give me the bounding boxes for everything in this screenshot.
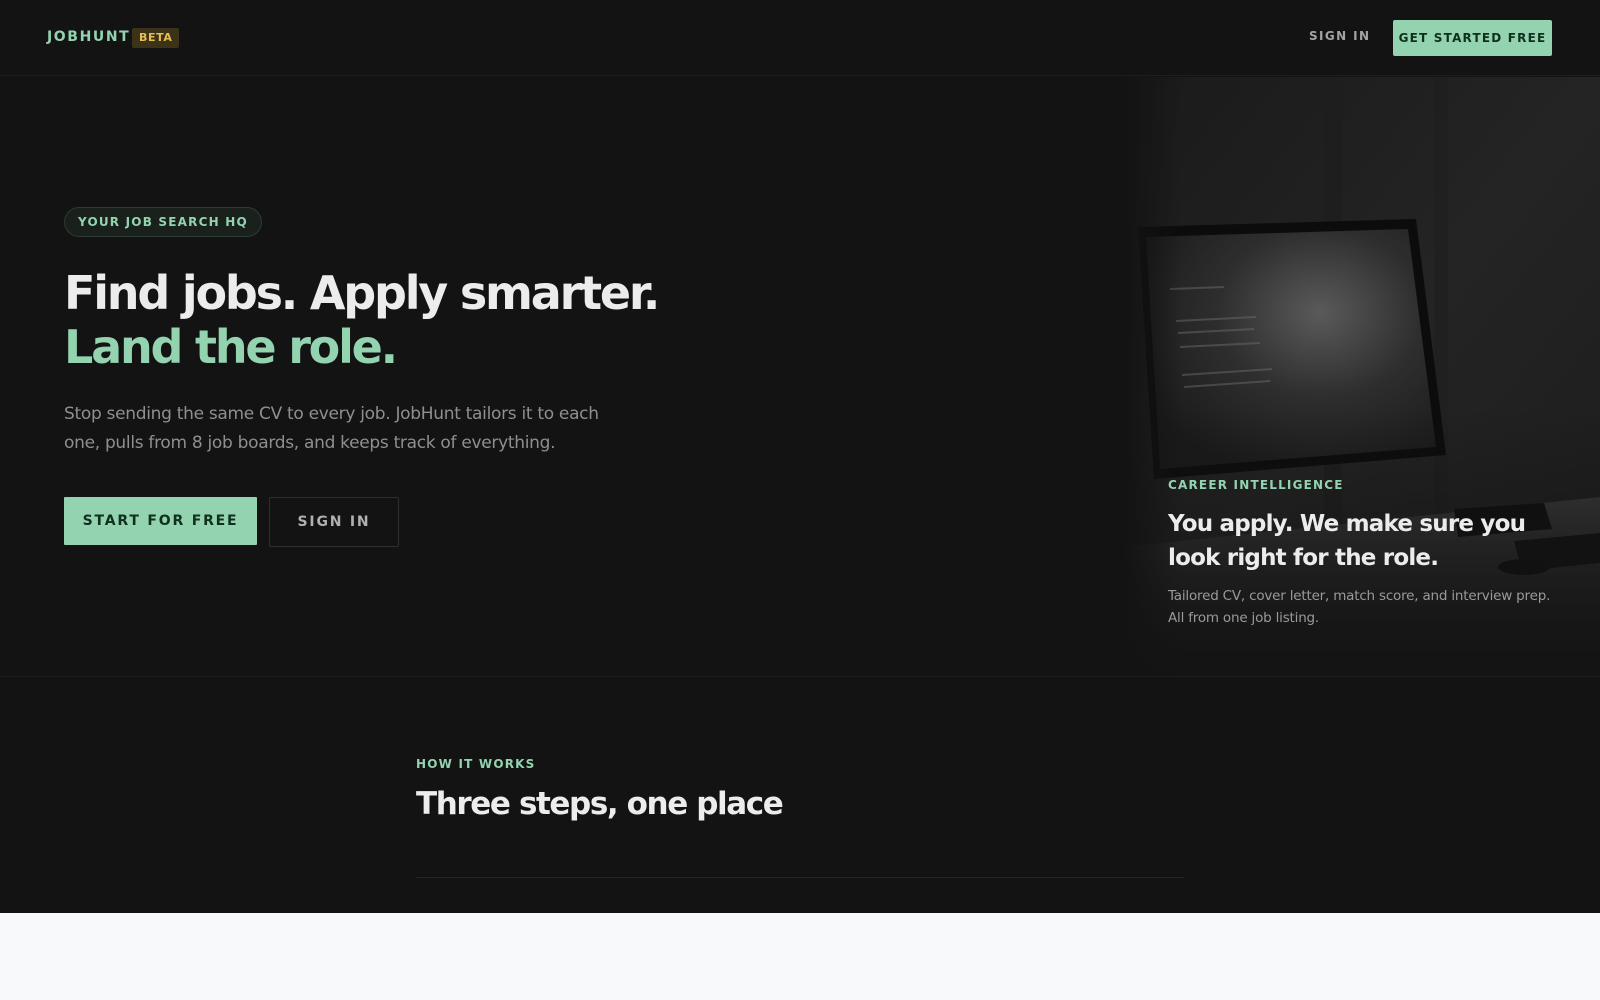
hero-eyebrow-badge: YOUR JOB SEARCH HQ [64, 207, 262, 237]
hero-title: Find jobs. Apply smarter. Land the role. [64, 266, 660, 374]
card-kicker: CAREER INTELLIGENCE [1168, 478, 1344, 492]
beta-badge: BETA [132, 28, 180, 48]
how-it-works-title: Three steps, one place [416, 786, 784, 822]
logo[interactable]: JOBHUNT [47, 29, 130, 45]
hero-sign-in-button[interactable]: SIGN IN [269, 497, 399, 547]
hero-title-line-1: Find jobs. Apply smarter. [64, 266, 660, 320]
section-divider [0, 676, 1600, 677]
get-started-button[interactable]: GET STARTED FREE [1393, 20, 1552, 56]
start-for-free-button[interactable]: START FOR FREE [64, 497, 257, 545]
how-it-works-kicker: HOW IT WORKS [416, 757, 536, 771]
nav-sign-in-link[interactable]: SIGN IN [1309, 29, 1371, 43]
top-nav: JOBHUNT BETA SIGN IN GET STARTED FREE [0, 0, 1600, 76]
hero-subtitle: Stop sending the same CV to every job. J… [64, 404, 599, 453]
how-it-works-divider [416, 877, 1184, 878]
card-title: You apply. We make sure you look right f… [1168, 511, 1526, 571]
hero-title-line-2: Land the role. [64, 320, 398, 374]
card-subtitle: Tailored CV, cover letter, match score, … [1168, 588, 1551, 626]
